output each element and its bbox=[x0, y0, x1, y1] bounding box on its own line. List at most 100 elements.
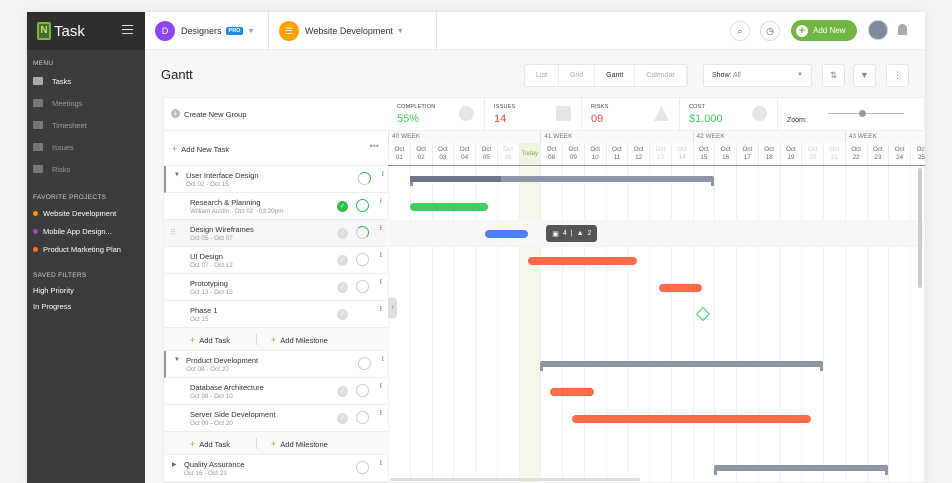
complete-checkbox-icon[interactable]: ✓ bbox=[337, 386, 348, 397]
complete-checkbox-icon[interactable]: ✓ bbox=[337, 282, 348, 293]
complete-checkbox-icon[interactable]: ✓ bbox=[337, 309, 348, 320]
task-bar[interactable] bbox=[571, 415, 812, 423]
menu-toggle-icon[interactable] bbox=[122, 25, 133, 34]
task-bar[interactable] bbox=[484, 230, 529, 238]
horizontal-scrollbar[interactable] bbox=[390, 478, 640, 481]
complete-checkbox-icon[interactable]: ✓ bbox=[337, 255, 348, 266]
saved-filter[interactable]: High Priority bbox=[27, 282, 145, 298]
add-row[interactable]: + Add Task + Add Milestone bbox=[164, 432, 387, 455]
complete-checkbox-icon[interactable]: ✓ bbox=[337, 228, 348, 239]
add-task-button[interactable]: + Add Task bbox=[190, 439, 230, 449]
complete-checkbox-icon[interactable]: ✓ bbox=[337, 201, 348, 212]
tab-grid[interactable]: Grid bbox=[559, 65, 596, 86]
task-row[interactable]: Database Architecture Oct 08 - Oct 10 ✓ ••• bbox=[164, 378, 387, 405]
sidebar-item-timesheet[interactable]: Timesheet bbox=[27, 114, 145, 136]
project-selector[interactable]: ☰ Website Development ▼ bbox=[279, 12, 404, 50]
add-task-button[interactable]: + Add Task bbox=[190, 335, 230, 345]
more-options-icon[interactable]: ••• bbox=[377, 383, 383, 388]
day-number: 25 bbox=[917, 154, 925, 161]
task-row[interactable]: Server Side Development Oct 09 - Oct 20 ✓ •… bbox=[164, 405, 387, 432]
sidebar-item-risks[interactable]: Risks bbox=[27, 158, 145, 180]
filter-icon[interactable]: ▼ bbox=[853, 64, 876, 87]
task-row[interactable]: UI Design Oct 07 - Oct 12 ✓ ••• bbox=[164, 247, 387, 274]
favorite-project[interactable]: Website Development bbox=[27, 204, 145, 222]
day-number: 09 bbox=[569, 154, 577, 161]
add-milestone-button[interactable]: + Add Milestone bbox=[271, 439, 328, 449]
favorite-project[interactable]: Mobile App Design... bbox=[27, 222, 145, 240]
zoom-slider[interactable] bbox=[828, 110, 904, 117]
collapse-icon[interactable]: ▼ bbox=[174, 357, 180, 363]
day-header: Oct25 bbox=[910, 143, 925, 166]
page-title: Gantt bbox=[161, 67, 193, 82]
expand-icon[interactable]: ▶ bbox=[172, 461, 177, 468]
sidebar-item-label: Tasks bbox=[52, 76, 72, 86]
create-group-row[interactable]: + Create New Group bbox=[164, 98, 387, 131]
add-new-task-row[interactable]: + Add New Task ••• bbox=[164, 131, 387, 166]
day-month: Oct bbox=[720, 146, 731, 153]
day-header: Oct 04 bbox=[453, 143, 475, 166]
more-options-icon[interactable]: ••• bbox=[377, 225, 383, 230]
add-milestone-button[interactable]: + Add Milestone bbox=[271, 335, 328, 345]
group-row[interactable]: ▼ User Interface Design Oct 02 - Oct 15 ••• bbox=[164, 166, 387, 193]
clock-icon[interactable]: ◷ bbox=[760, 21, 780, 41]
sort-icon[interactable]: ⇅ bbox=[822, 64, 845, 87]
day-month: Oct bbox=[633, 146, 644, 153]
day-number: 21 bbox=[830, 154, 838, 161]
day-gridline bbox=[844, 166, 846, 483]
milestone-diamond[interactable] bbox=[696, 306, 711, 322]
task-row[interactable]: Prototyping Oct 13 - Oct 15 ✓ ••• bbox=[164, 274, 387, 301]
vertical-scrollbar[interactable] bbox=[918, 168, 922, 288]
user-avatar[interactable] bbox=[868, 20, 888, 40]
progress-ring-icon bbox=[356, 253, 369, 266]
more-options-icon[interactable]: ••• bbox=[377, 460, 383, 465]
more-options-icon[interactable]: ••• bbox=[377, 279, 383, 284]
add-new-button[interactable]: + Add New bbox=[791, 20, 857, 41]
day-number: 01 bbox=[395, 154, 403, 161]
sidebar-item-meetings[interactable]: Meetings bbox=[27, 92, 145, 114]
complete-checkbox-icon[interactable]: ✓ bbox=[337, 413, 348, 424]
day-gridline bbox=[649, 166, 650, 483]
drag-handle-icon[interactable]: ⠿ bbox=[170, 228, 176, 237]
task-row[interactable]: Phase 1 Oct 15 ✓ ••• bbox=[164, 301, 387, 328]
task-row[interactable]: ⠿ Design Wireframes Oct 05 - Oct 07 ✓ ••• bbox=[164, 220, 387, 247]
tab-calendar[interactable]: Calendar bbox=[635, 65, 687, 86]
task-name: Design Wireframes bbox=[190, 225, 254, 234]
task-dates: Oct 08 - Oct 10 bbox=[190, 393, 233, 400]
favorite-project[interactable]: Product Marketing Plan bbox=[27, 240, 145, 258]
task-bar[interactable] bbox=[528, 257, 638, 265]
tab-gantt[interactable]: Gantt bbox=[595, 65, 636, 86]
more-options-icon[interactable]: ⋮ bbox=[886, 64, 909, 87]
more-options-icon[interactable]: ••• bbox=[377, 198, 383, 203]
issues-stat: ISSUES 14 bbox=[485, 98, 582, 131]
tab-list[interactable]: List bbox=[525, 65, 559, 86]
more-horizontal-icon[interactable]: ••• bbox=[370, 141, 379, 151]
sidebar-item-tasks[interactable]: Tasks bbox=[27, 70, 145, 92]
collapse-panel-handle[interactable]: ‹ bbox=[388, 298, 397, 318]
group-row[interactable]: ▶ Quality Assurance Oct 16 - Oct 23 ••• bbox=[164, 455, 387, 482]
day-month: Oct bbox=[872, 146, 883, 153]
show-filter-select[interactable]: Show: All ▼ bbox=[703, 64, 812, 87]
more-options-icon[interactable]: ••• bbox=[377, 252, 383, 257]
cost-stat: COST $1.000 bbox=[680, 98, 778, 131]
workspace-selector[interactable]: D Designers PRO ▼ bbox=[155, 12, 254, 50]
saved-filter[interactable]: In Progress bbox=[27, 298, 145, 314]
more-options-icon[interactable]: ••• bbox=[377, 306, 383, 311]
bell-icon[interactable] bbox=[898, 24, 907, 35]
task-bar[interactable] bbox=[409, 203, 488, 211]
task-dates: Oct 05 - Oct 07 bbox=[190, 235, 233, 242]
task-bar[interactable] bbox=[658, 284, 703, 292]
more-options-icon[interactable]: ••• bbox=[379, 356, 385, 361]
day-header: Oct 14 bbox=[670, 143, 693, 166]
more-options-icon[interactable]: ••• bbox=[379, 171, 385, 176]
search-icon[interactable]: ⌕ bbox=[730, 21, 750, 41]
collapse-icon[interactable]: ▼ bbox=[174, 172, 180, 178]
plus-icon: + bbox=[190, 439, 196, 449]
plus-icon: + bbox=[271, 439, 277, 449]
task-bar[interactable] bbox=[550, 388, 594, 396]
task-row[interactable]: Research & Planning William Austin · Oct … bbox=[164, 193, 387, 220]
zoom-slider-handle[interactable] bbox=[859, 110, 867, 117]
sidebar-item-issues[interactable]: Issues bbox=[27, 136, 145, 158]
more-options-icon[interactable]: ••• bbox=[377, 410, 383, 415]
group-row[interactable]: ▼ Product Development Oct 08 - Oct 20 ••• bbox=[164, 351, 387, 378]
add-row[interactable]: + Add Task + Add Milestone bbox=[164, 328, 387, 351]
